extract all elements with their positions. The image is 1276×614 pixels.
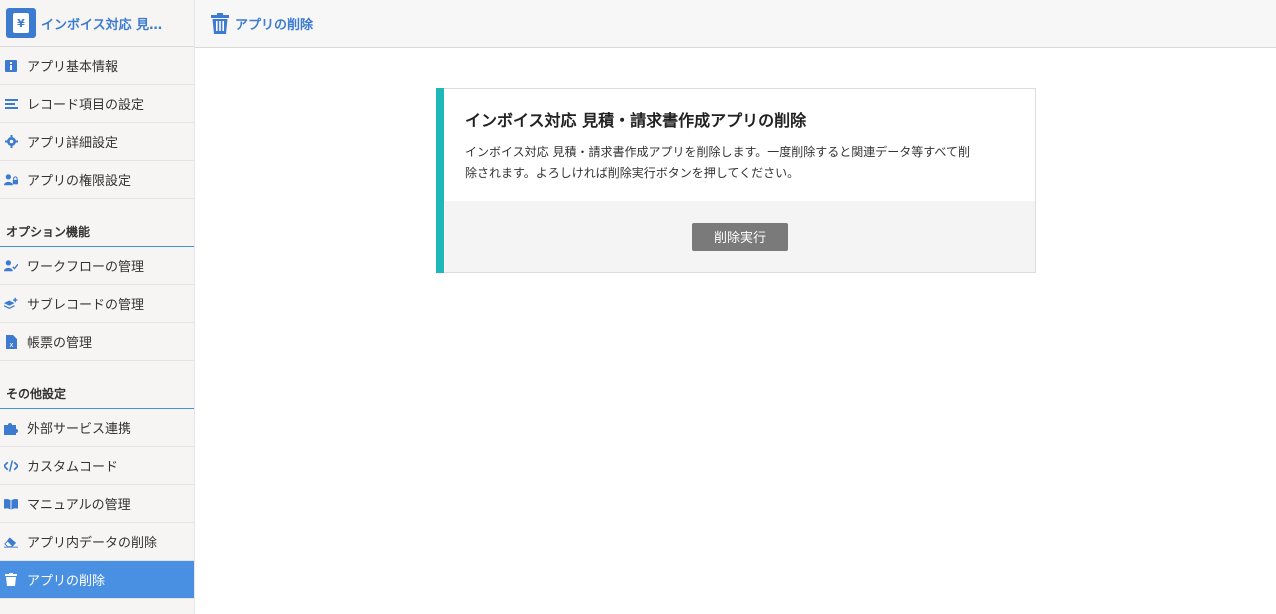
sidebar-item-label: ワークフローの管理	[27, 260, 145, 275]
page-header: アプリの削除	[195, 0, 1276, 48]
card-body: インボイス対応 見積・請求書作成アプリの削除 インボイス対応 見積・請求書作成ア…	[445, 89, 1035, 201]
svg-text:¥: ¥	[17, 17, 25, 30]
eraser-icon	[4, 535, 18, 549]
sidebar-item-label: 外部サービス連携	[27, 422, 132, 437]
code-icon	[4, 459, 18, 473]
sidebar-item-subrecord[interactable]: サブレコードの管理	[0, 285, 194, 323]
sidebar-item-delete-data[interactable]: アプリ内データの削除	[0, 523, 194, 561]
sidebar-item-record-fields[interactable]: レコード項目の設定	[0, 85, 194, 123]
sidebar-item-workflow[interactable]: ワークフローの管理	[0, 247, 194, 285]
card-title: インボイス対応 見積・請求書作成アプリの削除	[465, 111, 807, 130]
sidebar-item-permissions[interactable]: アプリの権限設定	[0, 161, 194, 199]
book-icon	[4, 497, 18, 511]
sidebar-item-external-services[interactable]: 外部サービス連携	[0, 409, 194, 447]
sidebar-item-label: アプリの権限設定	[27, 174, 132, 189]
sidebar-item-advanced-settings[interactable]: アプリ詳細設定	[0, 123, 194, 161]
app-title: インボイス対応 見…	[41, 17, 163, 33]
sidebar-item-manual[interactable]: マニュアルの管理	[0, 485, 194, 523]
app-header[interactable]: ¥ インボイス対応 見…	[0, 0, 194, 47]
card-description: インボイス対応 見積・請求書作成アプリを削除します。一度削除すると関連データ等す…	[465, 142, 1015, 184]
delete-app-card: インボイス対応 見積・請求書作成アプリの削除 インボイス対応 見積・請求書作成ア…	[436, 88, 1036, 273]
sidebar-item-label: レコード項目の設定	[27, 98, 145, 113]
sidebar-item-basic-info[interactable]: アプリ基本情報	[0, 47, 194, 85]
sidebar-item-label: アプリ内データの削除	[27, 536, 158, 551]
card-description-line: インボイス対応 見積・請求書作成アプリを削除します。一度削除すると関連データ等す…	[465, 145, 970, 159]
user-check-icon	[4, 259, 18, 273]
info-icon	[4, 59, 18, 73]
puzzle-icon	[4, 421, 18, 435]
sidebar-item-label: サブレコードの管理	[27, 298, 145, 313]
sidebar-item-custom-code[interactable]: カスタムコード	[0, 447, 194, 485]
sidebar-item-label: アプリの削除	[27, 574, 106, 589]
sidebar-item-delete-app[interactable]: アプリの削除	[0, 561, 194, 599]
section-title-other: その他設定	[0, 361, 194, 409]
sidebar-item-label: マニュアルの管理	[27, 498, 131, 513]
page-title: アプリの削除	[235, 18, 314, 33]
sidebar-item-label: アプリ詳細設定	[27, 136, 119, 151]
trash-icon	[4, 573, 18, 587]
svg-text:x: x	[9, 341, 13, 349]
section-title-options: オプション機能	[0, 199, 194, 247]
sidebar-item-reports[interactable]: x 帳票の管理	[0, 323, 194, 361]
app-logo-icon: ¥	[6, 8, 36, 38]
gear-icon	[4, 135, 18, 149]
excel-file-icon: x	[4, 334, 18, 349]
card-footer: 削除実行	[445, 201, 1035, 272]
delete-execute-button[interactable]: 削除実行	[692, 222, 788, 251]
layers-plus-icon	[4, 297, 18, 311]
list-icon	[4, 97, 18, 111]
sidebar-item-label: カスタムコード	[27, 460, 119, 475]
sidebar-item-label: アプリ基本情報	[27, 60, 119, 75]
card-accent-bar	[436, 88, 444, 273]
trash-icon	[211, 13, 229, 34]
sidebar-item-label: 帳票の管理	[27, 336, 93, 351]
card-description-line: 除されます。よろしければ削除実行ボタンを押してください。	[465, 166, 800, 180]
sidebar: ¥ インボイス対応 見… アプリ基本情報 レコード項目の設定 アプリ詳細設定 ア…	[0, 0, 195, 614]
user-lock-icon	[4, 173, 18, 187]
